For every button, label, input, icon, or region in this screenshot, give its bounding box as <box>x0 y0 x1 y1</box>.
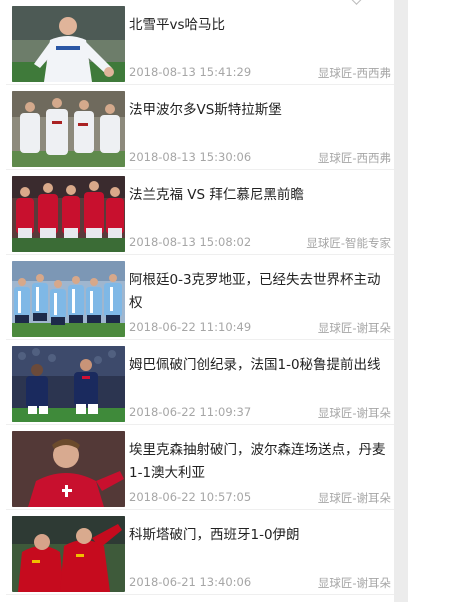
right-gutter <box>394 0 408 602</box>
news-item[interactable]: 科斯塔破门，西班牙1-0伊朗 2018-06-21 13:40:06 显球匠-谢… <box>6 510 394 595</box>
news-item[interactable]: 阿根廷0-3克罗地亚，已经失去世界杯主动权 2018-06-22 11:10:4… <box>6 255 394 340</box>
news-title[interactable]: 阿根廷0-3克罗地亚，已经失去世界杯主动权 <box>129 269 391 315</box>
news-thumbnail[interactable] <box>12 346 125 422</box>
news-thumbnail[interactable] <box>12 6 125 82</box>
news-title[interactable]: 法兰克福 VS 拜仁慕尼黑前瞻 <box>129 184 391 207</box>
news-thumbnail[interactable] <box>12 431 125 507</box>
news-source: 显球匠-谢耳朵 <box>317 321 391 335</box>
publish-time: 2018-08-13 15:08:02 <box>129 235 252 249</box>
news-meta: 2018-06-21 13:40:06 显球匠-谢耳朵 <box>129 575 391 591</box>
news-source: 显球匠-智能专家 <box>306 236 391 250</box>
news-source: 显球匠-谢耳朵 <box>317 491 391 505</box>
news-item[interactable]: 埃里克森抽射破门，波尔森连场送点，丹麦1-1澳大利亚 2018-06-22 10… <box>6 425 394 510</box>
news-meta: 2018-08-13 15:08:02 显球匠-智能专家 <box>129 235 391 251</box>
news-title[interactable]: 科斯塔破门，西班牙1-0伊朗 <box>129 524 391 547</box>
news-feed[interactable]: 北雪平vs哈马比 2018-08-13 15:41:29 显球匠-西西弗 法甲波… <box>6 0 394 602</box>
news-source: 显球匠-西西弗 <box>317 151 391 165</box>
publish-time: 2018-08-13 15:41:29 <box>129 65 252 79</box>
news-item[interactable]: 法甲波尔多VS斯特拉斯堡 2018-08-13 15:30:06 显球匠-西西弗 <box>6 85 394 170</box>
news-title[interactable]: 埃里克森抽射破门，波尔森连场送点，丹麦1-1澳大利亚 <box>129 439 391 485</box>
news-meta: 2018-08-13 15:30:06 显球匠-西西弗 <box>129 150 391 166</box>
news-thumbnail[interactable] <box>12 261 125 337</box>
news-meta: 2018-06-22 11:09:37 显球匠-谢耳朵 <box>129 405 391 421</box>
publish-time: 2018-08-13 15:30:06 <box>129 150 252 164</box>
news-title[interactable]: 法甲波尔多VS斯特拉斯堡 <box>129 99 391 122</box>
news-item[interactable]: 北雪平vs哈马比 2018-08-13 15:41:29 显球匠-西西弗 <box>6 0 394 85</box>
publish-time: 2018-06-21 13:40:06 <box>129 575 252 589</box>
publish-time: 2018-06-22 11:09:37 <box>129 405 252 419</box>
news-title[interactable]: 北雪平vs哈马比 <box>129 14 391 37</box>
news-source: 显球匠-西西弗 <box>317 66 391 80</box>
publish-time: 2018-06-22 10:57:05 <box>129 490 252 504</box>
news-item[interactable]: 姆巴佩破门创纪录，法国1-0秘鲁提前出线 2018-06-22 11:09:37… <box>6 340 394 425</box>
news-thumbnail[interactable] <box>12 176 125 252</box>
news-title[interactable]: 姆巴佩破门创纪录，法国1-0秘鲁提前出线 <box>129 354 391 377</box>
news-meta: 2018-06-22 10:57:05 显球匠-谢耳朵 <box>129 490 391 506</box>
news-thumbnail[interactable] <box>12 516 125 592</box>
news-thumbnail[interactable] <box>12 91 125 167</box>
news-source: 显球匠-谢耳朵 <box>317 406 391 420</box>
news-meta: 2018-08-13 15:41:29 显球匠-西西弗 <box>129 65 391 81</box>
news-meta: 2018-06-22 11:10:49 显球匠-谢耳朵 <box>129 320 391 336</box>
item-divider <box>6 594 394 595</box>
publish-time: 2018-06-22 11:10:49 <box>129 320 252 334</box>
news-source: 显球匠-谢耳朵 <box>317 576 391 590</box>
news-item[interactable]: 法兰克福 VS 拜仁慕尼黑前瞻 2018-08-13 15:08:02 显球匠-… <box>6 170 394 255</box>
